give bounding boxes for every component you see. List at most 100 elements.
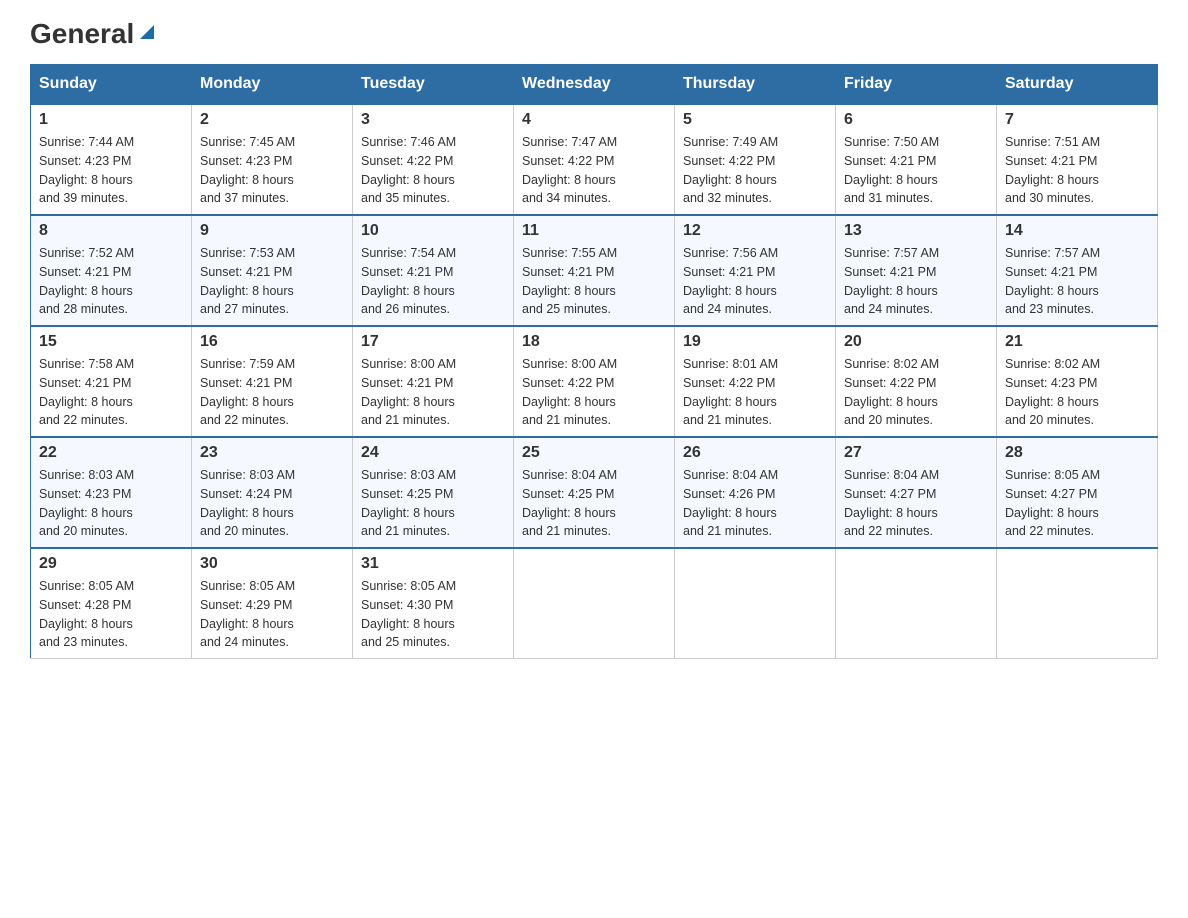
- day-number: 12: [683, 222, 827, 240]
- day-number: 11: [522, 222, 666, 240]
- calendar-cell: 16 Sunrise: 7:59 AMSunset: 4:21 PMDaylig…: [192, 326, 353, 437]
- calendar-cell: 15 Sunrise: 7:58 AMSunset: 4:21 PMDaylig…: [31, 326, 192, 437]
- calendar-body: 1 Sunrise: 7:44 AMSunset: 4:23 PMDayligh…: [31, 104, 1158, 659]
- calendar-cell: 12 Sunrise: 7:56 AMSunset: 4:21 PMDaylig…: [675, 215, 836, 326]
- day-number: 15: [39, 333, 183, 351]
- calendar-cell: 27 Sunrise: 8:04 AMSunset: 4:27 PMDaylig…: [836, 437, 997, 548]
- day-info: Sunrise: 8:03 AMSunset: 4:24 PMDaylight:…: [200, 466, 344, 541]
- day-info: Sunrise: 8:00 AMSunset: 4:22 PMDaylight:…: [522, 355, 666, 430]
- day-info: Sunrise: 7:47 AMSunset: 4:22 PMDaylight:…: [522, 133, 666, 208]
- day-number: 28: [1005, 444, 1149, 462]
- day-info: Sunrise: 8:05 AMSunset: 4:29 PMDaylight:…: [200, 577, 344, 652]
- day-number: 18: [522, 333, 666, 351]
- day-number: 13: [844, 222, 988, 240]
- day-info: Sunrise: 7:53 AMSunset: 4:21 PMDaylight:…: [200, 244, 344, 319]
- day-number: 21: [1005, 333, 1149, 351]
- day-info: Sunrise: 7:44 AMSunset: 4:23 PMDaylight:…: [39, 133, 183, 208]
- calendar-cell: 9 Sunrise: 7:53 AMSunset: 4:21 PMDayligh…: [192, 215, 353, 326]
- day-number: 8: [39, 222, 183, 240]
- day-number: 30: [200, 555, 344, 573]
- day-number: 1: [39, 111, 183, 129]
- calendar-cell: 8 Sunrise: 7:52 AMSunset: 4:21 PMDayligh…: [31, 215, 192, 326]
- day-info: Sunrise: 8:04 AMSunset: 4:26 PMDaylight:…: [683, 466, 827, 541]
- day-info: Sunrise: 7:51 AMSunset: 4:21 PMDaylight:…: [1005, 133, 1149, 208]
- header-saturday: Saturday: [997, 65, 1158, 105]
- day-number: 4: [522, 111, 666, 129]
- day-info: Sunrise: 8:00 AMSunset: 4:21 PMDaylight:…: [361, 355, 505, 430]
- calendar-week-row: 8 Sunrise: 7:52 AMSunset: 4:21 PMDayligh…: [31, 215, 1158, 326]
- day-number: 16: [200, 333, 344, 351]
- calendar-cell: 23 Sunrise: 8:03 AMSunset: 4:24 PMDaylig…: [192, 437, 353, 548]
- calendar-cell: 18 Sunrise: 8:00 AMSunset: 4:22 PMDaylig…: [514, 326, 675, 437]
- day-number: 14: [1005, 222, 1149, 240]
- logo: General: [30, 20, 158, 44]
- day-info: Sunrise: 7:57 AMSunset: 4:21 PMDaylight:…: [1005, 244, 1149, 319]
- day-info: Sunrise: 8:03 AMSunset: 4:25 PMDaylight:…: [361, 466, 505, 541]
- calendar-cell: [514, 548, 675, 659]
- logo-text-general: General: [30, 20, 134, 48]
- day-number: 2: [200, 111, 344, 129]
- calendar-cell: 26 Sunrise: 8:04 AMSunset: 4:26 PMDaylig…: [675, 437, 836, 548]
- calendar-cell: 13 Sunrise: 7:57 AMSunset: 4:21 PMDaylig…: [836, 215, 997, 326]
- day-info: Sunrise: 7:52 AMSunset: 4:21 PMDaylight:…: [39, 244, 183, 319]
- calendar-cell: 5 Sunrise: 7:49 AMSunset: 4:22 PMDayligh…: [675, 104, 836, 215]
- header-thursday: Thursday: [675, 65, 836, 105]
- calendar-cell: 14 Sunrise: 7:57 AMSunset: 4:21 PMDaylig…: [997, 215, 1158, 326]
- header-friday: Friday: [836, 65, 997, 105]
- calendar-cell: 10 Sunrise: 7:54 AMSunset: 4:21 PMDaylig…: [353, 215, 514, 326]
- calendar-cell: 24 Sunrise: 8:03 AMSunset: 4:25 PMDaylig…: [353, 437, 514, 548]
- header-sunday: Sunday: [31, 65, 192, 105]
- day-info: Sunrise: 7:58 AMSunset: 4:21 PMDaylight:…: [39, 355, 183, 430]
- calendar-cell: [675, 548, 836, 659]
- day-number: 6: [844, 111, 988, 129]
- day-number: 7: [1005, 111, 1149, 129]
- day-info: Sunrise: 7:56 AMSunset: 4:21 PMDaylight:…: [683, 244, 827, 319]
- day-info: Sunrise: 7:46 AMSunset: 4:22 PMDaylight:…: [361, 133, 505, 208]
- day-number: 27: [844, 444, 988, 462]
- day-number: 31: [361, 555, 505, 573]
- day-number: 24: [361, 444, 505, 462]
- calendar-cell: 17 Sunrise: 8:00 AMSunset: 4:21 PMDaylig…: [353, 326, 514, 437]
- calendar-week-row: 22 Sunrise: 8:03 AMSunset: 4:23 PMDaylig…: [31, 437, 1158, 548]
- day-info: Sunrise: 7:57 AMSunset: 4:21 PMDaylight:…: [844, 244, 988, 319]
- calendar-cell: 11 Sunrise: 7:55 AMSunset: 4:21 PMDaylig…: [514, 215, 675, 326]
- day-info: Sunrise: 8:02 AMSunset: 4:22 PMDaylight:…: [844, 355, 988, 430]
- page-header: General: [30, 20, 1158, 44]
- calendar-cell: 25 Sunrise: 8:04 AMSunset: 4:25 PMDaylig…: [514, 437, 675, 548]
- calendar-cell: 30 Sunrise: 8:05 AMSunset: 4:29 PMDaylig…: [192, 548, 353, 659]
- day-number: 10: [361, 222, 505, 240]
- calendar-cell: 20 Sunrise: 8:02 AMSunset: 4:22 PMDaylig…: [836, 326, 997, 437]
- calendar-cell: [997, 548, 1158, 659]
- day-info: Sunrise: 7:49 AMSunset: 4:22 PMDaylight:…: [683, 133, 827, 208]
- logo-triangle-icon: [136, 21, 158, 43]
- header-monday: Monday: [192, 65, 353, 105]
- day-info: Sunrise: 7:59 AMSunset: 4:21 PMDaylight:…: [200, 355, 344, 430]
- day-info: Sunrise: 8:05 AMSunset: 4:28 PMDaylight:…: [39, 577, 183, 652]
- day-number: 26: [683, 444, 827, 462]
- calendar-cell: 29 Sunrise: 8:05 AMSunset: 4:28 PMDaylig…: [31, 548, 192, 659]
- day-info: Sunrise: 7:50 AMSunset: 4:21 PMDaylight:…: [844, 133, 988, 208]
- calendar-cell: 6 Sunrise: 7:50 AMSunset: 4:21 PMDayligh…: [836, 104, 997, 215]
- day-info: Sunrise: 7:45 AMSunset: 4:23 PMDaylight:…: [200, 133, 344, 208]
- day-number: 17: [361, 333, 505, 351]
- day-info: Sunrise: 8:04 AMSunset: 4:27 PMDaylight:…: [844, 466, 988, 541]
- calendar-cell: 19 Sunrise: 8:01 AMSunset: 4:22 PMDaylig…: [675, 326, 836, 437]
- header-wednesday: Wednesday: [514, 65, 675, 105]
- calendar-week-row: 15 Sunrise: 7:58 AMSunset: 4:21 PMDaylig…: [31, 326, 1158, 437]
- day-number: 29: [39, 555, 183, 573]
- calendar-cell: 2 Sunrise: 7:45 AMSunset: 4:23 PMDayligh…: [192, 104, 353, 215]
- calendar-header-row: SundayMondayTuesdayWednesdayThursdayFrid…: [31, 65, 1158, 105]
- day-number: 23: [200, 444, 344, 462]
- calendar-cell: 7 Sunrise: 7:51 AMSunset: 4:21 PMDayligh…: [997, 104, 1158, 215]
- calendar-cell: 4 Sunrise: 7:47 AMSunset: 4:22 PMDayligh…: [514, 104, 675, 215]
- header-tuesday: Tuesday: [353, 65, 514, 105]
- calendar-cell: [836, 548, 997, 659]
- day-info: Sunrise: 8:03 AMSunset: 4:23 PMDaylight:…: [39, 466, 183, 541]
- day-number: 5: [683, 111, 827, 129]
- calendar-cell: 22 Sunrise: 8:03 AMSunset: 4:23 PMDaylig…: [31, 437, 192, 548]
- day-info: Sunrise: 8:05 AMSunset: 4:27 PMDaylight:…: [1005, 466, 1149, 541]
- day-info: Sunrise: 7:55 AMSunset: 4:21 PMDaylight:…: [522, 244, 666, 319]
- day-number: 20: [844, 333, 988, 351]
- calendar-cell: 3 Sunrise: 7:46 AMSunset: 4:22 PMDayligh…: [353, 104, 514, 215]
- calendar-cell: 31 Sunrise: 8:05 AMSunset: 4:30 PMDaylig…: [353, 548, 514, 659]
